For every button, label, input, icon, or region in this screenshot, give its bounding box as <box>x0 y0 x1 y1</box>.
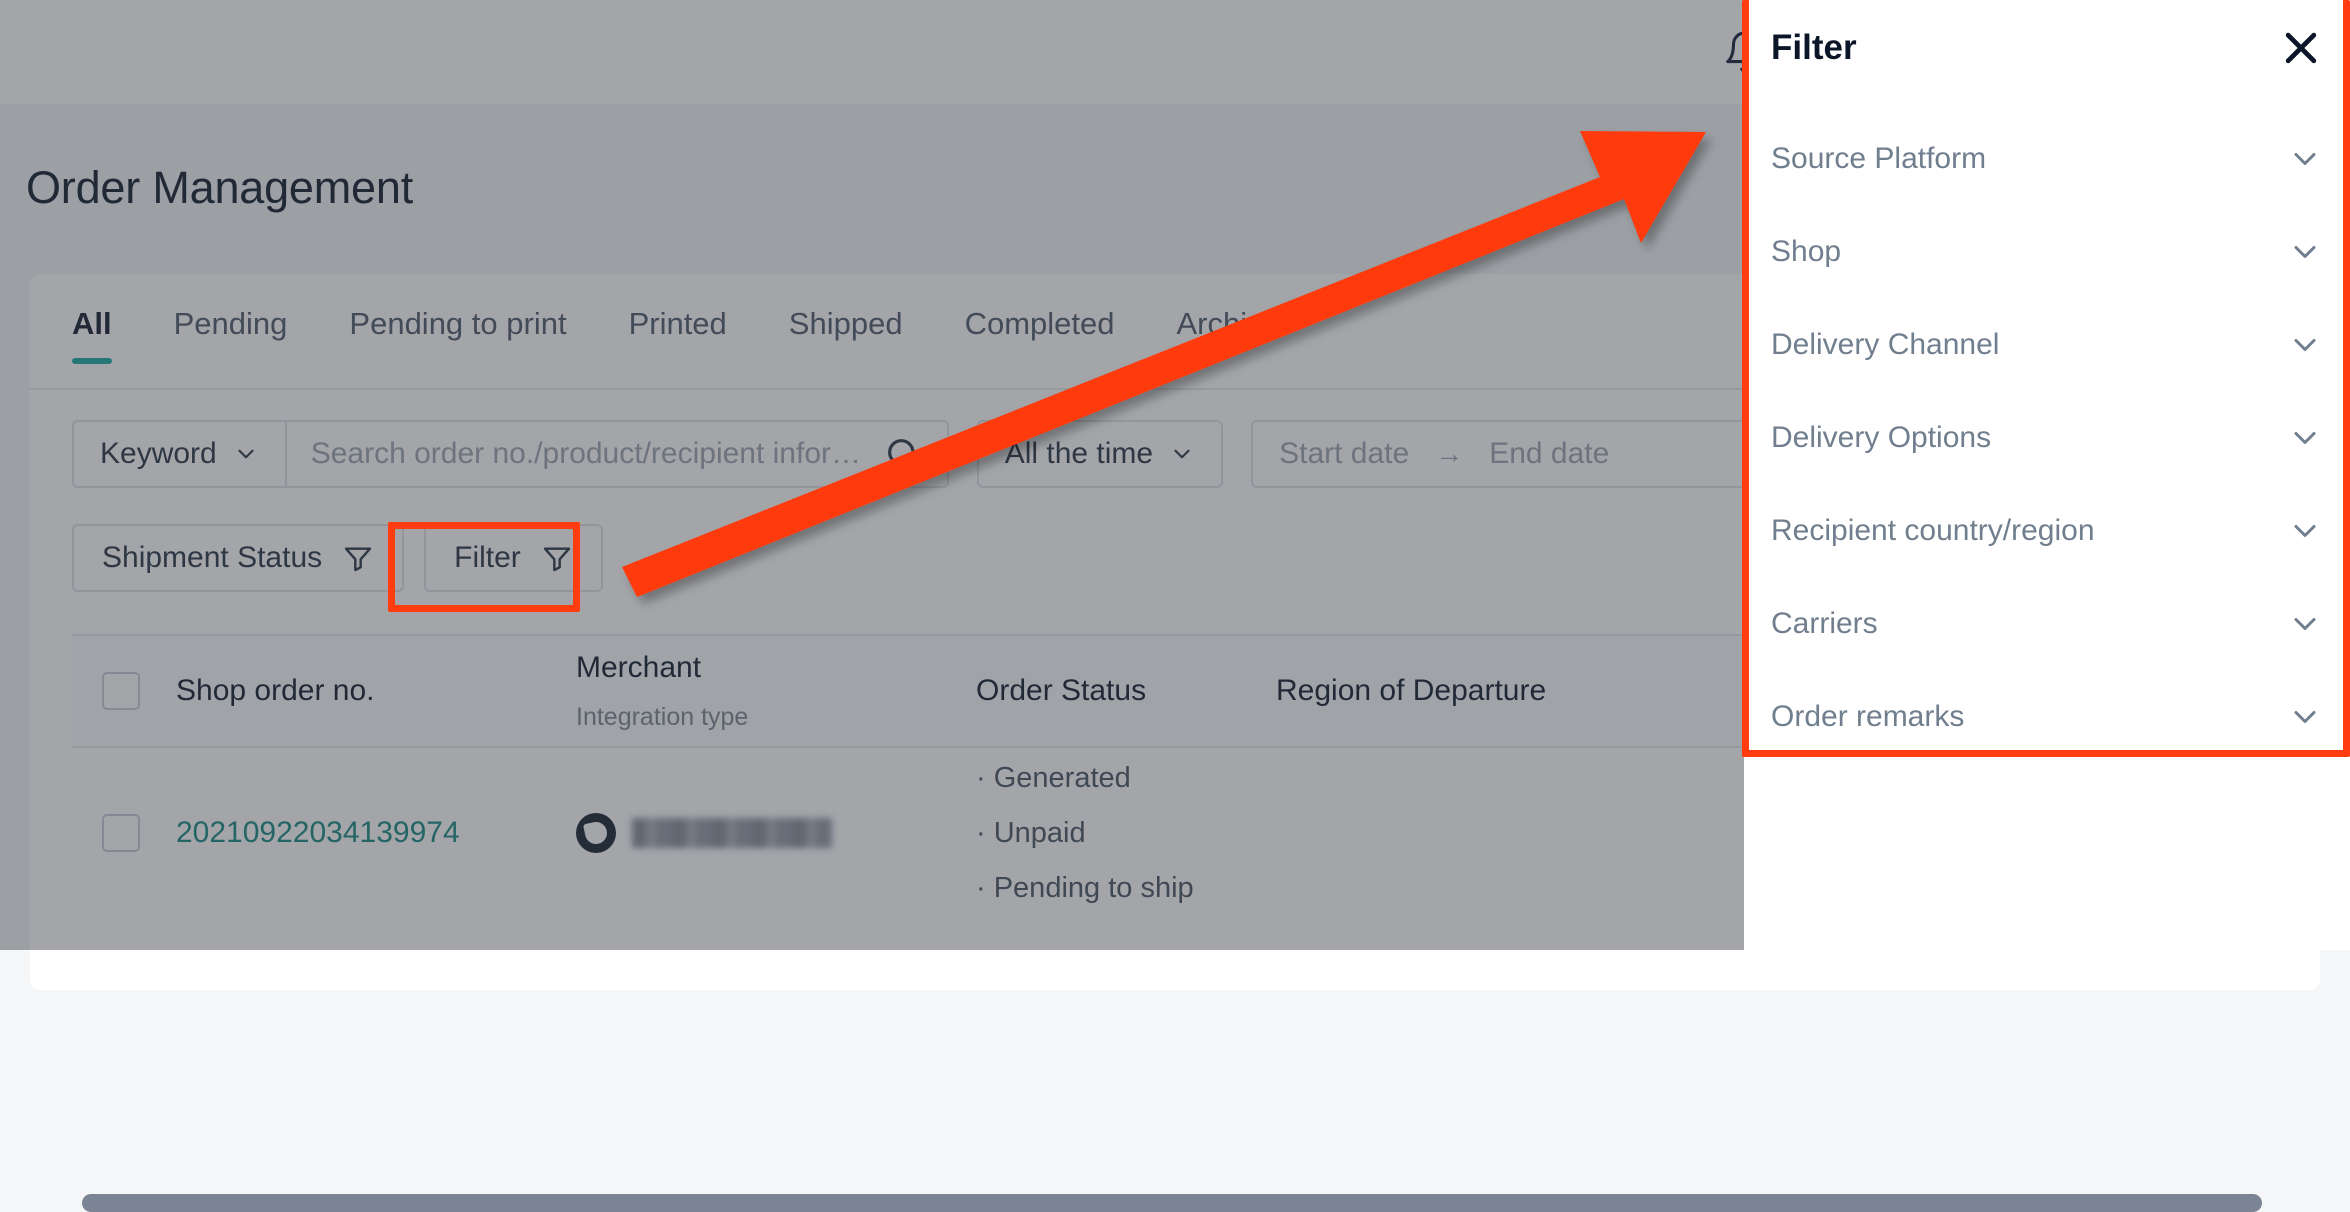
col-shop-order-no-label: Shop order no. <box>176 674 576 708</box>
filter-section-delivery-options[interactable]: Delivery Options <box>1771 391 2323 484</box>
filter-drawer: Filter Source Platform Shop Delivery Cha… <box>1744 0 2350 950</box>
chevron-down-icon <box>2287 234 2323 270</box>
time-range-value: All the time <box>1005 437 1153 471</box>
chevron-down-icon <box>2287 699 2323 735</box>
tab-pending-to-print[interactable]: Pending to print <box>349 306 566 364</box>
filter-section-label: Delivery Options <box>1771 421 1991 455</box>
horizontal-scrollbar[interactable] <box>82 1194 2262 1212</box>
end-date-input[interactable]: End date <box>1489 437 1609 471</box>
filter-drawer-list: Source Platform Shop Delivery Channel De… <box>1771 112 2323 763</box>
order-status-item: · Pending to ship <box>976 874 1276 903</box>
keyword-type-label: Keyword <box>100 437 217 471</box>
filter-section-carriers[interactable]: Carriers <box>1771 577 2323 670</box>
row-checkbox[interactable] <box>102 814 140 852</box>
filter-toolbar: Shipment Status Filter <box>72 524 603 592</box>
search-toolbar: Keyword Search order no./product/recipie… <box>72 420 1811 488</box>
cell-shop-order-no: 20210922034139974 <box>176 816 576 850</box>
search-group: Keyword Search order no./product/recipie… <box>72 420 949 488</box>
col-shop-order-no: Shop order no. <box>176 674 576 708</box>
filter-section-shop[interactable]: Shop <box>1771 205 2323 298</box>
filter-section-order-remarks[interactable]: Order remarks <box>1771 670 2323 763</box>
search-input[interactable]: Search order no./product/recipient infor… <box>287 422 947 486</box>
tab-printed[interactable]: Printed <box>629 306 727 364</box>
col-merchant: Merchant Integration type <box>576 651 976 732</box>
chevron-down-icon <box>1169 441 1195 467</box>
filter-drawer-header: Filter <box>1771 16 2323 80</box>
filter-section-label: Order remarks <box>1771 700 1964 734</box>
filter-section-label: Carriers <box>1771 607 1878 641</box>
funnel-icon <box>342 542 374 574</box>
filter-section-source-platform[interactable]: Source Platform <box>1771 112 2323 205</box>
chevron-down-icon <box>2287 606 2323 642</box>
funnel-icon <box>541 542 573 574</box>
keyword-type-select[interactable]: Keyword <box>74 422 287 486</box>
filter-button-label: Filter <box>454 541 521 575</box>
row-select-cell <box>72 814 176 852</box>
shipment-status-label: Shipment Status <box>102 541 322 575</box>
col-region-of-departure-label: Region of Departure <box>1276 674 1606 708</box>
filter-drawer-title: Filter <box>1771 28 1857 68</box>
cell-order-status: · Generated · Unpaid · Pending to ship <box>976 764 1276 903</box>
search-icon[interactable] <box>883 434 923 474</box>
filter-section-recipient-country-region[interactable]: Recipient country/region <box>1771 484 2323 577</box>
close-icon[interactable] <box>2279 26 2323 70</box>
date-range-picker[interactable]: Start date → End date <box>1251 420 1811 488</box>
col-merchant-label: Merchant <box>576 651 976 685</box>
cell-merchant <box>576 813 976 853</box>
order-number-link[interactable]: 20210922034139974 <box>176 816 460 849</box>
merchant-name-redacted <box>632 818 832 848</box>
order-status-item: · Generated <box>976 764 1276 793</box>
order-status-item: · Unpaid <box>976 819 1276 848</box>
filter-section-label: Recipient country/region <box>1771 514 2095 548</box>
filter-section-label: Source Platform <box>1771 142 1986 176</box>
page-title: Order Management <box>26 162 413 214</box>
chevron-down-icon <box>2287 327 2323 363</box>
tab-archive[interactable]: Archive <box>1177 306 1280 364</box>
search-placeholder: Search order no./product/recipient infor… <box>311 437 871 471</box>
filter-section-delivery-channel[interactable]: Delivery Channel <box>1771 298 2323 391</box>
chevron-down-icon <box>2287 420 2323 456</box>
time-range-select[interactable]: All the time <box>977 420 1223 488</box>
col-order-status: Order Status <box>976 674 1276 708</box>
tab-completed[interactable]: Completed <box>965 306 1115 364</box>
select-all-cell <box>72 672 176 710</box>
col-region-of-departure: Region of Departure <box>1276 674 1606 708</box>
start-date-input[interactable]: Start date <box>1279 437 1409 471</box>
chevron-down-icon <box>2287 141 2323 177</box>
select-all-checkbox[interactable] <box>102 672 140 710</box>
filter-button[interactable]: Filter <box>424 524 603 592</box>
chevron-down-icon <box>2287 513 2323 549</box>
tab-all[interactable]: All <box>72 306 112 364</box>
tab-pending[interactable]: Pending <box>174 306 288 364</box>
merchant-logo-icon <box>576 813 616 853</box>
shipment-status-button[interactable]: Shipment Status <box>72 524 404 592</box>
tab-shipped[interactable]: Shipped <box>789 306 903 364</box>
order-status-list: · Generated · Unpaid · Pending to ship <box>976 764 1276 903</box>
chevron-down-icon <box>233 441 259 467</box>
range-arrow-icon: → <box>1435 438 1463 470</box>
filter-section-label: Delivery Channel <box>1771 328 1999 362</box>
filter-section-label: Shop <box>1771 235 1841 269</box>
col-merchant-sublabel: Integration type <box>576 703 976 732</box>
col-order-status-label: Order Status <box>976 674 1276 708</box>
